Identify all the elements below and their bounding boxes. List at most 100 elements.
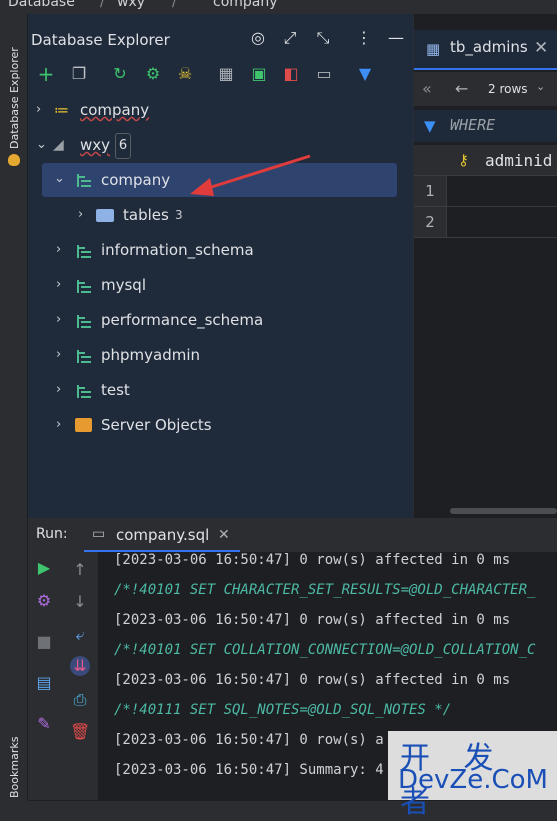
close-tab-icon[interactable]: ✕ xyxy=(218,527,230,543)
row-number-1[interactable]: 1 xyxy=(414,176,446,207)
row-number-2[interactable]: 2 xyxy=(414,207,446,238)
tree-item-mysql[interactable]: › mysql xyxy=(28,270,413,302)
rows-count-select[interactable]: 2 rows xyxy=(488,82,528,96)
edit-source-icon[interactable]: ▣ xyxy=(249,64,269,84)
previous-page-icon[interactable]: ← xyxy=(455,79,468,98)
grid-corner xyxy=(414,145,446,176)
tree-item-phpmyadmin[interactable]: › phpmyadmin xyxy=(28,340,413,372)
chevron-right-icon[interactable]: › xyxy=(56,242,61,257)
tree-item-label: information_schema xyxy=(101,241,254,259)
soft-wrap-icon[interactable]: ⤶ xyxy=(70,625,90,645)
expand-icon[interactable]: ⤢ xyxy=(280,28,300,48)
log-line: /*!40101 SET COLLATION_CONNECTION=@OLD_C… xyxy=(114,642,536,658)
list-icon: ≔ xyxy=(54,101,69,119)
database-icon[interactable] xyxy=(8,154,20,166)
settings-icon[interactable]: ⚙ xyxy=(34,591,54,611)
chevron-right-icon[interactable]: › xyxy=(78,207,83,222)
schema-icon xyxy=(77,245,91,258)
collapse-icon[interactable]: ⤡ xyxy=(313,28,333,48)
refresh-icon[interactable]: ↻ xyxy=(110,64,130,84)
minimize-icon[interactable]: — xyxy=(386,28,406,48)
tree-item-label: performance_schema xyxy=(101,311,264,329)
add-icon[interactable]: + xyxy=(36,64,56,84)
log-line: [2023-03-06 16:50:47] 0 row(s) a xyxy=(114,732,384,748)
schema-count-badge: 6 xyxy=(115,133,131,159)
pin-icon[interactable]: ✎ xyxy=(34,714,54,734)
tree-item-company-connection[interactable]: › ≔ company xyxy=(28,95,413,127)
console-icon: ▭ xyxy=(92,526,106,542)
scroll-down-icon[interactable]: ↓ xyxy=(70,592,90,612)
bookmarks-tool-label[interactable]: Bookmarks xyxy=(8,737,21,798)
chevron-down-icon[interactable]: ⌄ xyxy=(536,80,545,93)
layout-icon[interactable]: ▤ xyxy=(34,673,54,693)
breadcrumb-wxy[interactable]: wxy xyxy=(117,0,145,10)
primary-key-icon: ⚷ xyxy=(458,151,469,169)
schema-icon xyxy=(77,350,91,363)
chevron-right-icon[interactable]: › xyxy=(56,382,61,397)
tree-item-label: phpmyadmin xyxy=(101,346,201,364)
table-icon[interactable]: ▦ xyxy=(216,64,236,84)
schema-search-icon[interactable]: ⚙ xyxy=(143,64,163,84)
tree-item-information-schema[interactable]: › information_schema xyxy=(28,235,413,267)
chevron-right-icon[interactable]: › xyxy=(36,102,41,117)
horizontal-scrollbar[interactable] xyxy=(450,508,557,514)
log-line: [2023-03-06 16:50:47] 0 row(s) affected … xyxy=(114,552,511,568)
scroll-to-end-icon[interactable]: ⇊ xyxy=(70,656,90,676)
grid-cell[interactable] xyxy=(446,176,557,207)
schema-icon xyxy=(77,280,91,293)
breadcrumb-database[interactable]: Database xyxy=(8,0,75,10)
breadcrumb-company[interactable]: company xyxy=(213,0,278,10)
folder-icon xyxy=(96,209,114,222)
tree-item-tables[interactable]: › tables 3 xyxy=(28,200,413,232)
run-label: Run: xyxy=(36,526,68,542)
grid-cell[interactable] xyxy=(446,207,557,238)
target-icon[interactable]: ◎ xyxy=(248,28,268,48)
chevron-down-icon[interactable]: ⌄ xyxy=(36,137,47,152)
chevron-right-icon[interactable]: › xyxy=(56,312,61,327)
chevron-right-icon[interactable]: › xyxy=(56,277,61,292)
log-line: /*!40111 SET SQL_NOTES=@OLD_SQL_NOTES */ xyxy=(114,702,452,718)
watermark-text: DevZe.CoM xyxy=(398,765,548,795)
print-icon[interactable]: ⎙ xyxy=(70,690,90,710)
annotation-arrow xyxy=(190,154,311,196)
tree-item-label: company xyxy=(80,101,150,119)
tree-item-label: company xyxy=(101,171,171,189)
diagram-icon[interactable]: ◧ xyxy=(281,64,301,84)
trash-icon[interactable]: 🗑 xyxy=(70,722,90,742)
close-tab-icon[interactable]: ✕ xyxy=(534,38,548,58)
tree-item-test[interactable]: › test xyxy=(28,375,413,407)
database-explorer-tool-label[interactable]: Database Explorer xyxy=(8,47,21,149)
tree-item-label: wxy xyxy=(80,136,111,154)
skull-icon[interactable]: ☠ xyxy=(175,64,195,84)
tree-item-server-objects[interactable]: › Server Objects xyxy=(28,410,413,442)
console-icon[interactable]: ▭ xyxy=(314,64,334,84)
panel-title: Database Explorer xyxy=(31,31,170,49)
chevron-right-icon[interactable]: › xyxy=(56,347,61,362)
log-line: [2023-03-06 16:50:47] 0 row(s) affected … xyxy=(114,672,511,688)
where-filter-label[interactable]: WHERE xyxy=(450,116,495,134)
log-line: [2023-03-06 16:50:47] 0 row(s) affected … xyxy=(114,612,511,628)
breadcrumb-separator: / xyxy=(172,0,177,10)
table-count: 3 xyxy=(175,208,183,222)
scroll-up-icon[interactable]: ↑ xyxy=(70,560,90,580)
tab-label: tb_admins xyxy=(450,38,528,56)
tree-item-label: tables xyxy=(123,206,169,224)
left-tool-strip: Database Explorer Bookmarks xyxy=(0,14,28,800)
breadcrumb-separator: / xyxy=(100,0,105,10)
rerun-icon[interactable]: ▶ xyxy=(34,558,54,578)
chevron-right-icon[interactable]: › xyxy=(56,417,61,432)
filter-icon[interactable]: ▼ xyxy=(355,64,375,84)
more-options-icon[interactable]: ⋮ xyxy=(354,28,374,48)
log-line: /*!40101 SET CHARACTER_SET_RESULTS=@OLD_… xyxy=(114,582,536,598)
stop-icon[interactable]: ■ xyxy=(34,632,54,652)
tree-item-performance-schema[interactable]: › performance_schema xyxy=(28,305,413,337)
chevron-down-icon[interactable]: ⌄ xyxy=(54,171,65,186)
copy-icon[interactable]: ❐ xyxy=(69,64,89,84)
tree-item-label: mysql xyxy=(101,276,146,294)
run-tab-label: company.sql xyxy=(116,526,210,544)
first-page-icon[interactable]: « xyxy=(422,79,432,98)
log-line: [2023-03-06 16:50:47] Summary: 4 xyxy=(114,762,384,778)
server-objects-icon xyxy=(75,418,92,432)
schema-icon xyxy=(77,315,91,328)
column-header-label: adminid xyxy=(485,151,553,170)
